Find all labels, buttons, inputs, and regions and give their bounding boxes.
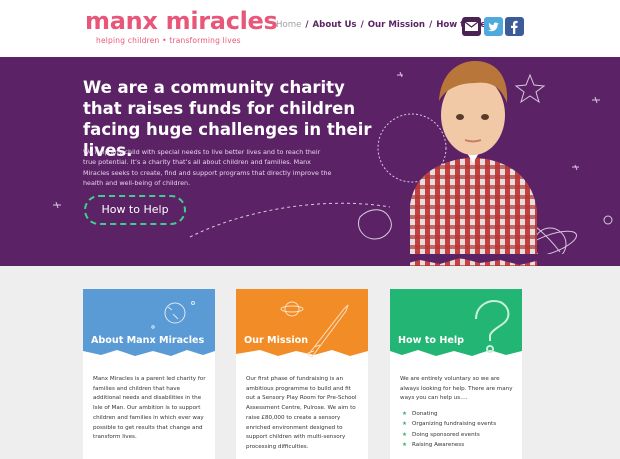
list-item-label: Donating [412,411,438,417]
how-to-help-button[interactable]: How to Help [84,195,186,225]
facebook-icon[interactable] [505,17,524,36]
card-help-text: We are entirely voluntary so we are alwa… [400,376,513,402]
card-mission: Our Mission Our first phase of fundraisi… [236,289,368,459]
mail-icon[interactable] [462,17,481,36]
star-bullet-icon: ★ [402,431,408,438]
site-header: manx miracles helping children • transfo… [0,0,620,57]
star-bullet-icon: ★ [402,421,408,428]
card-about-header [83,289,215,356]
card-about: About Manx Miracles Manx Miracles is a p… [83,289,215,459]
nav-separator: / [360,20,364,30]
torn-edge [0,254,620,265]
card-mission-header [236,289,368,358]
card-how-to-help: How to Help We are entirely voluntary so… [390,289,522,459]
hero-banner: We are a community charity that raises f… [0,57,620,266]
list-item[interactable]: ★ Donating [402,409,496,419]
logo-title[interactable]: manx miracles [85,7,278,35]
list-item-label: Organizing fundraising events [412,421,497,428]
nav-separator: / [305,20,309,30]
list-item[interactable]: ★ Doing sponsored events [402,430,496,440]
card-help-title[interactable]: How to Help [398,335,464,346]
card-mission-text: Our first phase of fundraising is an amb… [246,376,357,450]
child-photo [410,61,537,266]
hero-description: We help any child with special needs to … [83,148,332,188]
help-options-list: ★ Donating ★ Organizing fundraising events… [402,409,496,450]
card-about-text: Manx Miracles is a parent led charity fo… [93,376,206,441]
nav-about-us[interactable]: About Us [313,20,357,30]
nav-home[interactable]: Home [276,20,301,30]
list-item-label: Raising Awareness [412,441,465,448]
card-about-title[interactable]: About Manx Miracles [91,335,204,346]
star-bullet-icon: ★ [402,411,408,417]
list-item[interactable]: ★ Raising Awareness [402,440,496,450]
list-item-label: Doing sponsored events [412,431,480,438]
nav-our-mission[interactable]: Our Mission [368,20,425,30]
list-item[interactable]: ★ Organizing fundraising events [402,419,496,429]
card-help-header [390,289,522,356]
nav-separator: / [429,20,433,30]
card-mission-title[interactable]: Our Mission [244,335,308,346]
twitter-icon[interactable] [484,17,503,36]
star-bullet-icon: ★ [402,441,408,448]
logo-tagline: helping children • transforming lives [96,36,241,45]
